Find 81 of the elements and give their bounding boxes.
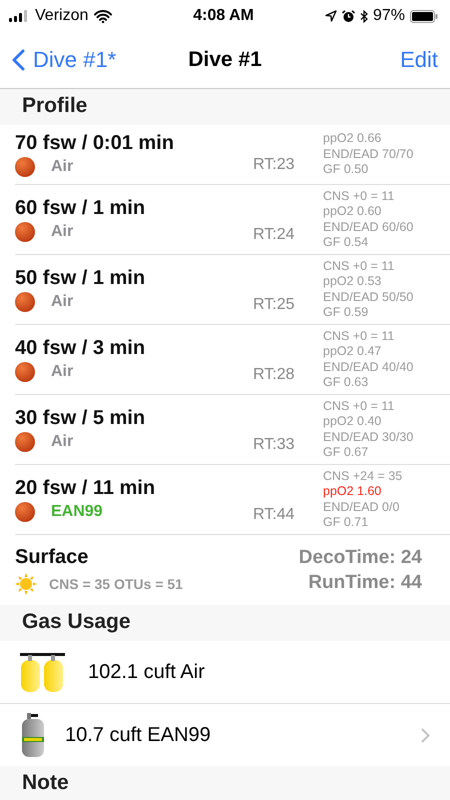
stop-detail: ppO2 0.60 [323,204,382,220]
stop-detail: GF 0.54 [323,235,370,250]
gas-ball-icon [15,292,35,312]
alarm-icon [342,10,355,22]
sun-icon [15,572,37,594]
stop-depth-time: 70 fsw / 0:01 min [15,132,175,155]
stop-detail: GF 0.67 [323,445,370,460]
bluetooth-icon [360,10,368,22]
stop-row[interactable]: 30 fsw / 5 min Air RT:33 CNS +0 = 11 ppO2 0.40 END/EAD 30/30 GF 0.67 [15,395,450,465]
gas-name: Air [51,223,74,241]
gas-name: EAN99 [51,503,103,521]
carrier-name: Verizon [35,7,88,25]
signal-icon [9,10,29,22]
screen-title: Dive #1 [188,48,262,72]
twin-tanks-icon [20,652,65,692]
stop-row[interactable]: 20 fsw / 11 min EAN99 RT:44 CNS +24 = 35 ppO2 1.60 END/EAD 0/0 GF 0.71 [15,465,450,535]
stop-detail: ppO2 0.40 [323,414,382,430]
wifi-icon [94,10,112,22]
stop-depth-time: 50 fsw / 1 min [15,267,146,290]
section-header: Note [0,766,450,800]
stop-detail: ppO2 0.53 [323,274,382,290]
stop-detail: CNS +0 = 11 [323,328,396,344]
gas-name: Air [51,363,74,381]
stop-row[interactable]: 40 fsw / 3 min Air RT:28 CNS +0 = 11 ppO2 0.47 END/EAD 40/40 GF 0.63 [15,325,450,395]
stop-detail: GF 0.50 [323,162,370,178]
stop-detail: END/EAD 70/70 [323,146,414,162]
gas-amount: 10.7 cuft EAN99 [65,724,212,746]
location-icon [324,10,337,22]
stop-detail: END/EAD 40/40 [323,360,414,375]
stop-detail: END/EAD 60/60 [323,220,414,235]
stop-depth-time: 30 fsw / 5 min [15,407,146,430]
stop-row[interactable]: 60 fsw / 1 min Air RT:24 CNS +0 = 11 ppO2 0.60 END/EAD 60/60 GF 0.54 [15,185,450,255]
stop-detail: ppO2 0.66 [323,131,382,147]
tank-icon [20,713,44,757]
stop-depth-time: 20 fsw / 11 min [15,477,156,500]
battery-percent: 97% [372,7,405,25]
run-time: RT:33 [253,436,296,454]
clock-time: 4:08 AM [193,7,254,25]
deco-time: DecoTime: 24 [298,546,422,568]
stop-detail: GF 0.59 [323,305,370,320]
run-time: RT:23 [253,156,296,174]
run-time: RT:25 [253,296,296,314]
battery-icon [410,10,438,22]
run-time: RT:44 [253,506,296,524]
stop-detail: ppO2 0.47 [323,344,382,360]
stop-detail: GF 0.63 [323,375,370,390]
stop-detail: CNS +0 = 11 [323,258,396,274]
stop-detail: END/EAD 0/0 [323,500,400,515]
stop-detail: END/EAD 50/50 [323,290,414,305]
run-time: RT:28 [253,366,296,384]
gas-usage-row[interactable]: 102.1 cuft Air [0,641,450,704]
section-header: Profile [0,89,450,125]
gas-usage-row[interactable]: 10.7 cuft EAN99 [0,704,450,766]
stop-detail: GF 0.71 [323,515,370,530]
surface-title: Surface [15,546,90,568]
stop-detail: CNS +0 = 11 [323,188,396,204]
gas-amount: 102.1 cuft Air [88,660,206,684]
stop-depth-time: 40 fsw / 3 min [15,337,146,360]
gas-ball-icon [15,502,35,522]
gas-ball-icon [15,362,35,382]
section-header: Gas Usage [0,605,450,641]
stop-detail: END/EAD 30/30 [323,430,414,445]
back-button[interactable]: Dive #1* [12,47,116,73]
stop-row[interactable]: 70 fsw / 0:01 min Air RT:23 ppO2 0.66 END/EAD 70/70 GF 0.50 [15,125,450,185]
surface-summary: CNS = 35 OTUs = 51 [49,576,183,592]
gas-name: Air [51,158,74,176]
stop-depth-time: 60 fsw / 1 min [15,197,146,220]
gas-name: Air [51,293,74,311]
back-chevron-icon [12,49,25,71]
stop-detail: CNS +24 = 35 [323,468,402,484]
stop-row[interactable]: 50 fsw / 1 min Air RT:25 CNS +0 = 11 ppO2 0.53 END/EAD 50/50 GF 0.59 [15,255,450,325]
stop-detail: CNS +0 = 11 [323,398,396,414]
run-time: RT:24 [253,226,296,244]
total-run-time: RunTime: 44 [308,572,422,594]
stop-detail: ppO2 1.60 [323,484,382,500]
back-label: Dive #1* [33,47,116,73]
gas-ball-icon [15,432,35,452]
gas-name: Air [51,433,74,451]
gas-ball-icon [15,222,35,242]
edit-button[interactable]: Edit [400,47,438,73]
gas-ball-icon [15,157,35,177]
